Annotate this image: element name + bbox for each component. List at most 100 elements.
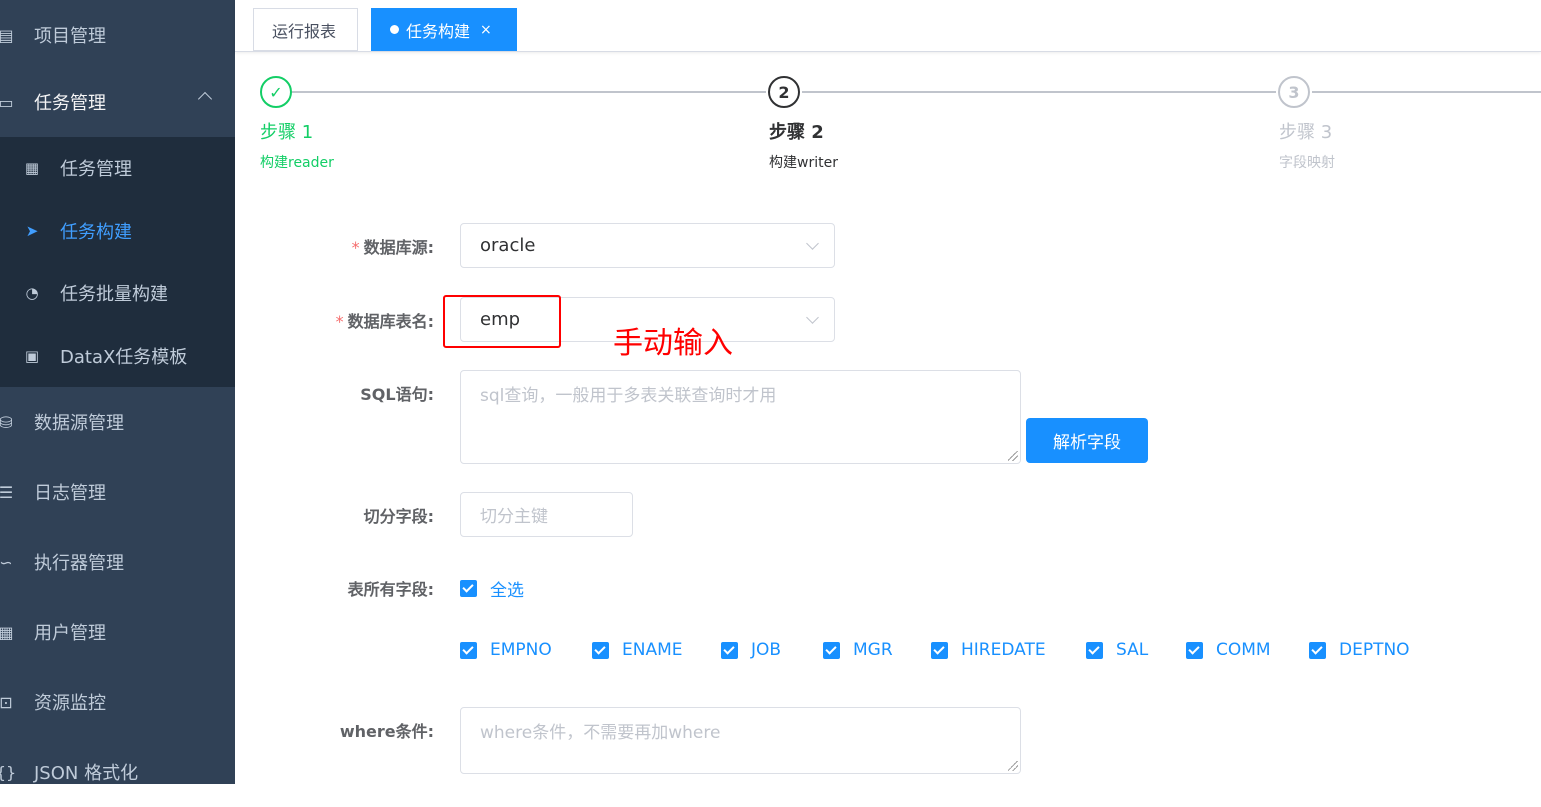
step-number: 3 (1278, 76, 1310, 108)
field-checkbox-ename[interactable]: ENAME (592, 640, 683, 660)
paper-plane-icon: ➤ (25, 222, 39, 240)
sql-textarea[interactable]: sql查询，一般用于多表关联查询时才用 (460, 370, 1021, 464)
checkbox-checked-icon (1309, 641, 1326, 659)
tab-report[interactable]: 运行报表 (253, 8, 358, 51)
checkbox-label: ENAME (622, 640, 683, 660)
sql-placeholder: sql查询，一般用于多表关联查询时才用 (480, 386, 777, 406)
table-label: * 数据库表名: (335, 312, 434, 331)
step-desc: 构建reader (260, 155, 334, 171)
menu-item-executor[interactable]: ∽ 执行器管理 (0, 527, 235, 597)
executor-icon: ∽ (0, 552, 13, 572)
select-all-checkbox[interactable]: 全选 (460, 576, 524, 601)
submenu-item-label: DataX任务模板 (60, 347, 188, 368)
step-line (1312, 91, 1541, 93)
menu-item-label: JSON 格式化 (34, 763, 139, 784)
menu-item-label: 项目管理 (34, 26, 106, 47)
submenu-item-task-build[interactable]: ➤ 任务构建 (0, 200, 235, 262)
checkbox-checked-icon (931, 641, 948, 659)
field-checkbox-hiredate[interactable]: HIREDATE (931, 640, 1046, 660)
menu-item-datasource[interactable]: ⛁ 数据源管理 (0, 387, 235, 457)
menu-item-label: 资源监控 (34, 693, 106, 714)
step-title: 步骤 2 (769, 122, 824, 143)
task-submenu: ▦ 任务管理 ➤ 任务构建 ◔ 任务批量构建 ▣ DataX任务模板 (0, 137, 235, 387)
datasource-label: * 数据库源: (351, 238, 434, 257)
step-line (292, 91, 766, 93)
project-icon: ▤ (0, 25, 14, 45)
split-label: 切分字段: (363, 507, 434, 526)
field-checkbox-sal[interactable]: SAL (1086, 640, 1148, 660)
field-checkbox-empno[interactable]: EMPNO (460, 640, 552, 660)
highlight-box (443, 295, 561, 348)
step-title: 步骤 3 (1279, 122, 1333, 143)
submenu-item-datax-template[interactable]: ▣ DataX任务模板 (0, 325, 235, 387)
datasource-select[interactable]: oracle (460, 223, 835, 268)
menu-item-label: 任务管理 (34, 93, 106, 114)
where-textarea[interactable]: where条件，不需要再加where (460, 707, 1021, 774)
where-placeholder: where条件，不需要再加where (480, 723, 721, 743)
checkbox-label: JOB (751, 640, 782, 660)
menu-item-task[interactable]: ▭ 任务管理 (0, 67, 235, 137)
close-icon[interactable]: × (480, 22, 492, 38)
checkbox-label: MGR (853, 640, 893, 660)
tab-label: 任务构建 (406, 21, 471, 41)
checkbox-checked-icon (1186, 641, 1203, 659)
where-label: where条件: (339, 722, 434, 741)
menu-item-project[interactable]: ▤ 项目管理 (0, 0, 235, 70)
check-icon: ✓ (260, 76, 292, 108)
resize-grip-icon[interactable] (1008, 761, 1018, 771)
resize-grip-icon[interactable] (1008, 451, 1018, 461)
step-line (802, 91, 1276, 93)
checkbox-label: COMM (1216, 640, 1271, 660)
tab-task-build[interactable]: 任务构建 × (371, 8, 517, 51)
split-input[interactable]: 切分主键 (460, 492, 633, 537)
field-checkbox-job[interactable]: JOB (721, 640, 781, 660)
field-checkbox-comm[interactable]: COMM (1186, 640, 1271, 660)
monitor-resource-icon: ⊡ (0, 692, 13, 712)
menu-item-resource-monitor[interactable]: ⊡ 资源监控 (0, 667, 235, 737)
required-mark: * (335, 312, 344, 331)
clipboard-icon: ▣ (24, 347, 40, 365)
field-checkbox-deptno[interactable]: DEPTNO (1309, 640, 1410, 660)
submenu-item-batch-build[interactable]: ◔ 任务批量构建 (0, 262, 235, 324)
step-title: 步骤 1 (260, 122, 314, 143)
checkbox-checked-icon (460, 580, 477, 597)
checkbox-label: EMPNO (490, 640, 552, 660)
parse-fields-button[interactable]: 解析字段 (1026, 418, 1148, 463)
menu-item-label: 执行器管理 (34, 553, 124, 574)
user-table-icon: ▦ (0, 622, 14, 642)
checkbox-label: 全选 (490, 581, 524, 601)
menu-item-label: 日志管理 (34, 483, 106, 504)
select-value: oracle (480, 235, 536, 256)
required-mark: * (351, 238, 360, 257)
field-checkbox-mgr[interactable]: MGR (823, 640, 893, 660)
checkbox-label: DEPTNO (1339, 640, 1410, 660)
menu-item-user[interactable]: ▦ 用户管理 (0, 597, 235, 667)
menu-item-log[interactable]: ☰ 日志管理 (0, 457, 235, 527)
checkbox-checked-icon (1086, 641, 1103, 659)
checkbox-checked-icon (592, 641, 609, 659)
fields-label: 表所有字段: (347, 580, 434, 599)
step-desc: 构建writer (769, 155, 838, 171)
split-placeholder: 切分主键 (480, 507, 548, 527)
sql-label: SQL语句: (360, 385, 434, 404)
steps: ✓ 步骤 1 构建reader 2 步骤 2 构建writer 3 步骤 3 字… (258, 76, 1541, 176)
menu-item-json-format[interactable]: {} JSON 格式化 (0, 737, 235, 807)
calendar-icon: ▦ (24, 159, 40, 177)
chevron-down-icon (806, 237, 819, 250)
step-desc: 字段映射 (1279, 155, 1335, 171)
active-dot-icon (390, 25, 399, 34)
braces-icon: {} (0, 762, 17, 782)
submenu-item-label: 任务批量构建 (60, 284, 168, 305)
chevron-up-icon (197, 91, 213, 107)
step-number: 2 (768, 76, 800, 108)
checkbox-label: SAL (1116, 640, 1149, 660)
checkbox-checked-icon (460, 641, 477, 659)
monitor-icon: ▭ (0, 92, 14, 112)
submenu-item-label: 任务管理 (60, 159, 132, 180)
tab-label: 运行报表 (272, 21, 337, 41)
submenu-item-task-manage[interactable]: ▦ 任务管理 (0, 137, 235, 199)
checkbox-checked-icon (721, 641, 738, 659)
sidebar: ▤ 项目管理 ▭ 任务管理 ▦ 任务管理 ➤ 任务构建 ◔ 任务批量构建 ▣ D… (0, 0, 235, 784)
checkbox-label: HIREDATE (961, 640, 1046, 660)
menu-item-label: 数据源管理 (34, 413, 124, 434)
